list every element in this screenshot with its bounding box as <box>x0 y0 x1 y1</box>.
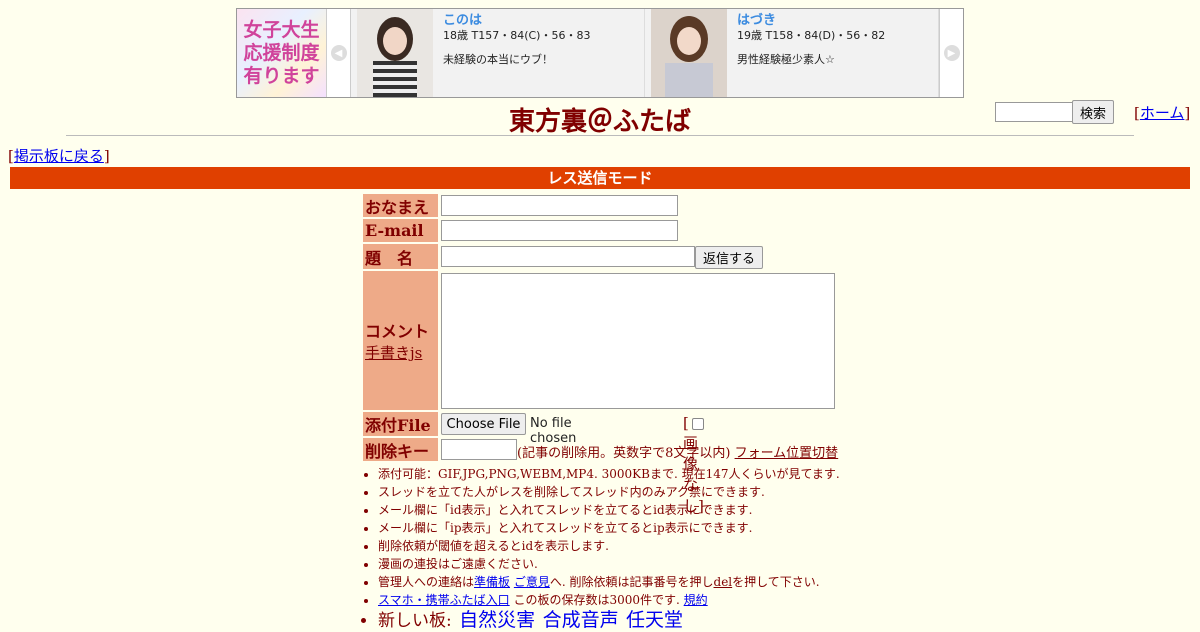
note-text: この板の保存数は3000件です. <box>509 593 680 607</box>
note-text: を押して下さい. <box>732 575 820 589</box>
list-item: メール欄に「ip表示」と入れてスレッドを立てるとip表示にできます. <box>378 519 840 537</box>
list-item: スレッドを立てた人がレスを削除してスレッド内のみアク禁にできます. <box>378 483 840 501</box>
new-boards-label: 新しい板: <box>378 611 452 631</box>
bracket: ] <box>103 147 110 165</box>
home-link[interactable]: ホーム <box>1140 104 1185 122</box>
delete-key-label: 削除キー <box>363 438 438 461</box>
list-item: 漫画の連投はご遠慮ください. <box>378 555 840 573</box>
new-board-link[interactable]: 任天堂 <box>626 609 683 631</box>
banner-next-button[interactable]: ▶ <box>939 9 963 97</box>
list-item: 添付可能：GIF,JPG,PNG,WEBM,MP4. 3000KBまで. 現在1… <box>378 465 840 483</box>
new-boards: 新しい板: 自然災害 合成音声 任天堂 <box>378 609 840 632</box>
feedback-link[interactable]: ご意見 <box>514 575 550 589</box>
search-input[interactable] <box>995 102 1073 122</box>
choose-file-button[interactable]: Choose File <box>441 413 526 435</box>
note-text: へ. 削除依頼は記事番号を押し <box>549 575 714 589</box>
file-label: 添付File <box>363 412 438 436</box>
no-image-checkbox[interactable] <box>691 418 704 430</box>
mobile-entrance-link[interactable]: スマホ・携帯ふたば入口 <box>378 593 510 607</box>
chevron-left-icon: ◀ <box>330 45 347 61</box>
board-notes: 添付可能：GIF,JPG,PNG,WEBM,MP4. 3000KBまで. 現在1… <box>363 465 840 632</box>
comment-textarea[interactable] <box>441 273 835 409</box>
new-board-link[interactable]: 合成音声 <box>543 609 619 631</box>
list-item: 管理人への連絡は準備板 ご意見へ. 削除依頼は記事番号を押しdelを押して下さい… <box>378 573 840 591</box>
profile-card[interactable]: はづき 19歳 T158・84(D)・56・82 男性経験極少素人☆ <box>645 9 939 97</box>
profile-name: このは <box>443 13 483 28</box>
email-label: E-mail <box>363 219 438 242</box>
submit-reply-button[interactable]: 返信する <box>695 246 763 269</box>
delete-key-note: (記事の削除用。英数字で8文字以内) フォーム位置切替 <box>517 442 838 461</box>
delete-key-input[interactable] <box>441 439 517 460</box>
profile-name: はづき <box>737 13 777 28</box>
email-input[interactable] <box>441 220 678 241</box>
profile-photo <box>357 9 433 97</box>
name-label: おなまえ <box>363 194 438 217</box>
profile-stats: 18歳 T157・84(C)・56・83 <box>443 29 591 42</box>
comment-label-cell: コメント 手書きjs <box>363 271 438 410</box>
back-to-board-link[interactable]: 掲示板に戻る <box>14 147 104 165</box>
profile-desc: 未経験の本当にウブ！ <box>443 53 553 66</box>
banner-prev-button[interactable]: ◀ <box>327 9 351 97</box>
profile-card[interactable]: このは 18歳 T157・84(C)・56・83 未経験の本当にウブ！ <box>351 9 645 97</box>
list-item: メール欄に「id表示」と入れてスレッドを立てるとid表示にできます. <box>378 501 840 519</box>
profile-desc: 男性経験極少素人☆ <box>737 53 835 66</box>
bracket: [ <box>683 414 689 432</box>
name-input[interactable] <box>441 195 678 216</box>
prep-board-link[interactable]: 準備板 <box>474 575 510 589</box>
reply-mode-bar: レス送信モード <box>10 167 1190 189</box>
rules-link[interactable]: 規約 <box>684 593 708 607</box>
subject-label: 題 名 <box>363 244 438 269</box>
handwrite-js-link[interactable]: 手書きjs <box>365 342 422 363</box>
comment-label: コメント <box>365 322 430 341</box>
profile-stats: 19歳 T158・84(D)・56・82 <box>737 29 886 42</box>
back-nav: [掲示板に戻る] <box>8 145 110 166</box>
ad-banner[interactable]: 女子大生 応援制度 有ります ◀ このは 18歳 T157・84(C)・56・8… <box>236 8 964 98</box>
home-nav: [ホーム] <box>1134 102 1190 123</box>
divider <box>66 135 1134 136</box>
chevron-right-icon: ▶ <box>943 45 960 61</box>
search-button[interactable]: 検索 <box>1072 100 1114 124</box>
list-item: 削除依頼が閾値を超えるとidを表示します. <box>378 537 840 555</box>
list-item: スマホ・携帯ふたば入口 この板の保存数は3000件です. 規約 <box>378 591 840 609</box>
profile-photo <box>651 9 727 97</box>
note-text: 管理人への連絡は <box>378 575 475 589</box>
delete-note-text: (記事の削除用。英数字で8文字以内) <box>517 446 731 461</box>
new-board-link[interactable]: 自然災害 <box>459 609 535 631</box>
form-position-toggle-link[interactable]: フォーム位置切替 <box>735 446 839 461</box>
del-link[interactable]: del <box>714 575 733 589</box>
ad-image[interactable]: 女子大生 応援制度 有ります <box>237 9 327 97</box>
bracket: ] <box>1184 104 1191 122</box>
subject-input[interactable] <box>441 246 695 267</box>
